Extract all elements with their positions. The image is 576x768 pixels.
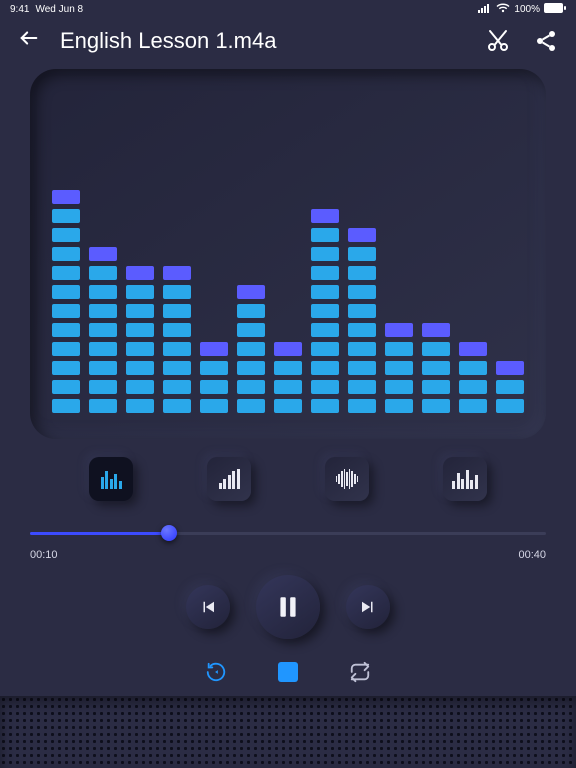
page-title: English Lesson 1.m4a <box>60 28 466 54</box>
viz-mode-waveform-icon[interactable] <box>325 457 369 501</box>
repeat-button[interactable] <box>349 661 371 683</box>
trim-button[interactable] <box>486 29 510 53</box>
playback-controls <box>0 575 576 639</box>
back-button[interactable] <box>18 27 40 55</box>
equalizer-visualizer <box>30 69 546 439</box>
share-button[interactable] <box>534 29 558 53</box>
visualizer-modes <box>52 457 524 501</box>
previous-button[interactable] <box>186 585 230 629</box>
speed-button[interactable] <box>205 661 227 683</box>
wifi-icon <box>496 3 510 16</box>
status-time: 9:41 <box>10 4 29 15</box>
scrubber[interactable]: 00:10 00:40 <box>30 525 546 561</box>
battery-pct: 100% <box>514 4 540 15</box>
battery-icon <box>544 3 566 16</box>
status-bar: 9:41 Wed Jun 8 100% <box>0 0 576 19</box>
speaker-grill <box>0 696 576 768</box>
viz-mode-levels-icon[interactable] <box>207 457 251 501</box>
status-date: Wed Jun 8 <box>35 4 83 15</box>
header: English Lesson 1.m4a <box>0 19 576 69</box>
next-button[interactable] <box>346 585 390 629</box>
signal-icon <box>478 3 492 16</box>
elapsed-time: 00:10 <box>30 549 58 561</box>
viz-mode-bars-icon[interactable] <box>89 457 133 501</box>
viz-mode-spectrum-icon[interactable] <box>443 457 487 501</box>
secondary-controls <box>0 661 576 683</box>
pause-button[interactable] <box>256 575 320 639</box>
total-time: 00:40 <box>518 549 546 561</box>
stop-button[interactable] <box>277 661 299 683</box>
